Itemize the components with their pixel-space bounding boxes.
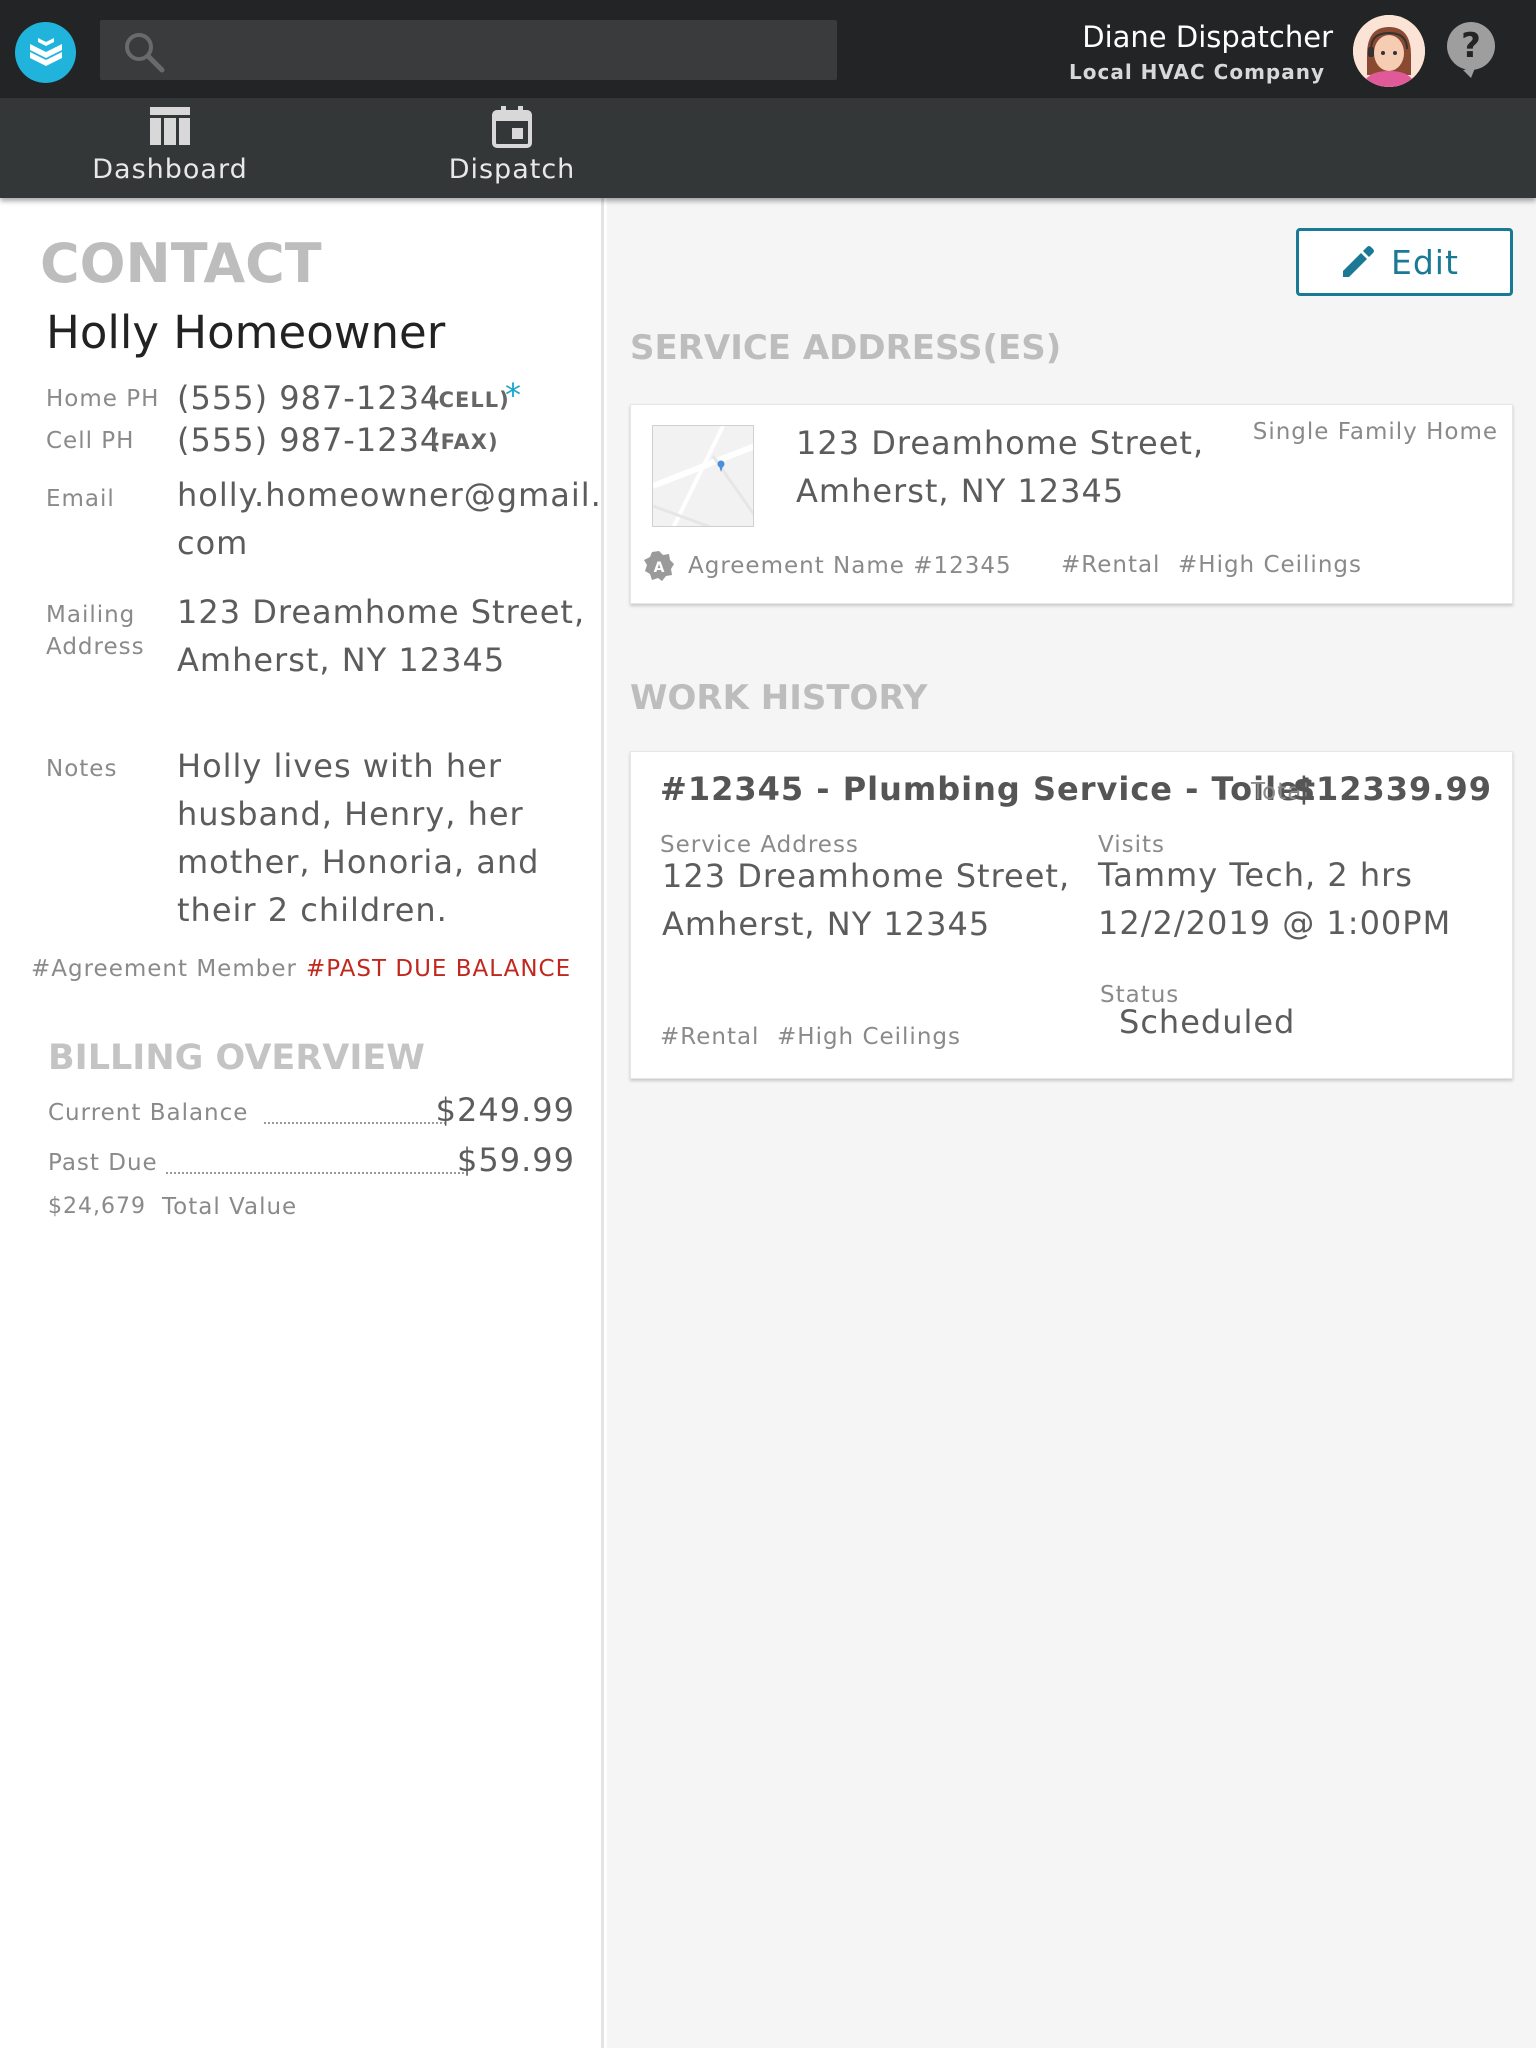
work-history-card[interactable]: #12345 - Plumbing Service - Toilet Total… xyxy=(630,751,1513,1079)
work-history-title: WORK HISTORY xyxy=(630,678,928,718)
service-tag[interactable]: #High Ceilings xyxy=(1178,552,1362,578)
contact-name: Holly Homeowner xyxy=(46,306,446,359)
job-tag[interactable]: #High Ceilings xyxy=(777,1024,961,1050)
contact-panel: CONTACT Holly Homeowner Home PH (555) 98… xyxy=(0,198,604,2048)
contact-section-title: CONTACT xyxy=(40,232,322,295)
agreement-badge-icon: A xyxy=(644,551,674,581)
leader-dots xyxy=(264,1122,446,1124)
tag-past-due-balance[interactable]: #PAST DUE BALANCE xyxy=(306,956,571,982)
leader-dots xyxy=(166,1172,464,1174)
user-company: Local HVAC Company xyxy=(1069,60,1325,84)
service-address-line2: Amherst, NY 12345 xyxy=(796,472,1125,510)
details-panel: Edit SERVICE ADDRESS(ES) 123 Dreamhome S… xyxy=(607,198,1536,2048)
nav-dispatch[interactable]: Dispatch xyxy=(412,98,612,198)
svg-text:?: ? xyxy=(1461,26,1481,66)
job-address-line2: Amherst, NY 12345 xyxy=(662,905,991,943)
notes-line: mother, Honoria, and xyxy=(177,843,540,881)
user-avatar[interactable] xyxy=(1353,15,1425,87)
home-phone-label: Home PH xyxy=(46,386,160,412)
past-due-value: $59.99 xyxy=(457,1141,575,1179)
job-title[interactable]: #12345 - Plumbing Service - Toilet xyxy=(660,770,1316,808)
top-bar: Diane Dispatcher Local HVAC Company ? xyxy=(0,0,1536,98)
past-due-label: Past Due xyxy=(48,1150,158,1176)
notes-line: their 2 children. xyxy=(177,891,448,929)
home-phone-value[interactable]: (555) 987-1234 xyxy=(177,374,441,422)
current-balance-label: Current Balance xyxy=(48,1100,249,1126)
job-address-line1: 123 Dreamhome Street, xyxy=(662,857,1071,895)
mailing-address-line2: Amherst, NY 12345 xyxy=(177,641,506,679)
calendar-icon xyxy=(492,106,532,148)
notes-line: husband, Henry, her xyxy=(177,795,524,833)
edit-button[interactable]: Edit xyxy=(1296,228,1513,296)
pencil-icon xyxy=(1343,246,1374,277)
agreement-name[interactable]: Agreement Name #12345 xyxy=(688,553,1012,579)
main-nav: Dashboard Dispatch xyxy=(0,98,1536,198)
status-value: Scheduled xyxy=(1119,1003,1296,1041)
nav-dashboard-label: Dashboard xyxy=(92,154,248,185)
service-tag[interactable]: #Rental xyxy=(1061,552,1160,578)
help-icon[interactable]: ? xyxy=(1445,20,1497,78)
cell-phone-label: Cell PH xyxy=(46,428,135,454)
app-logo-icon[interactable] xyxy=(15,22,76,83)
home-phone-type: (CELL) xyxy=(428,388,510,412)
service-address-line1: 123 Dreamhome Street, xyxy=(796,424,1205,462)
svg-text:A: A xyxy=(654,560,665,576)
search-input[interactable] xyxy=(100,20,837,80)
email-label: Email xyxy=(46,486,115,512)
property-type: Single Family Home xyxy=(1252,419,1498,445)
visit-line1[interactable]: Tammy Tech, 2 hrs xyxy=(1098,851,1413,899)
total-value-label: Total Value xyxy=(162,1194,298,1220)
visit-line2[interactable]: 12/2/2019 @ 1:00PM xyxy=(1098,899,1451,947)
job-tag[interactable]: #Rental xyxy=(660,1024,759,1050)
search-icon xyxy=(125,33,165,73)
email-value-line1[interactable]: holly.homeowner@gmail. xyxy=(177,471,602,519)
billing-overview-title: BILLING OVERVIEW xyxy=(48,1038,425,1078)
email-value-line2[interactable]: com xyxy=(177,519,248,567)
nav-dispatch-label: Dispatch xyxy=(448,154,576,185)
user-name: Diane Dispatcher xyxy=(1082,20,1333,54)
nav-dashboard[interactable]: Dashboard xyxy=(70,98,270,198)
cell-phone-value[interactable]: (555) 987-1234 xyxy=(177,416,441,464)
notes-line: Holly lives with her xyxy=(177,747,502,785)
mailing-label-line2: Address xyxy=(46,634,145,660)
service-address-card[interactable]: 123 Dreamhome Street, Amherst, NY 12345 … xyxy=(630,404,1513,604)
cell-phone-type: (FAX) xyxy=(430,430,499,454)
edit-button-label: Edit xyxy=(1391,243,1459,282)
mailing-address-line1: 123 Dreamhome Street, xyxy=(177,593,586,631)
job-total-value: $12339.99 xyxy=(1292,770,1492,808)
total-value-amount: $24,679 xyxy=(48,1194,146,1219)
mailing-label-line1: Mailing xyxy=(46,602,136,628)
current-balance-value: $249.99 xyxy=(435,1091,575,1129)
map-thumbnail[interactable] xyxy=(652,425,754,527)
dashboard-icon xyxy=(150,107,190,145)
primary-phone-marker: * xyxy=(505,376,521,414)
tag-agreement-member[interactable]: #Agreement Member xyxy=(31,956,297,982)
notes-label: Notes xyxy=(46,756,118,782)
service-addresses-title: SERVICE ADDRESS(ES) xyxy=(630,328,1062,368)
